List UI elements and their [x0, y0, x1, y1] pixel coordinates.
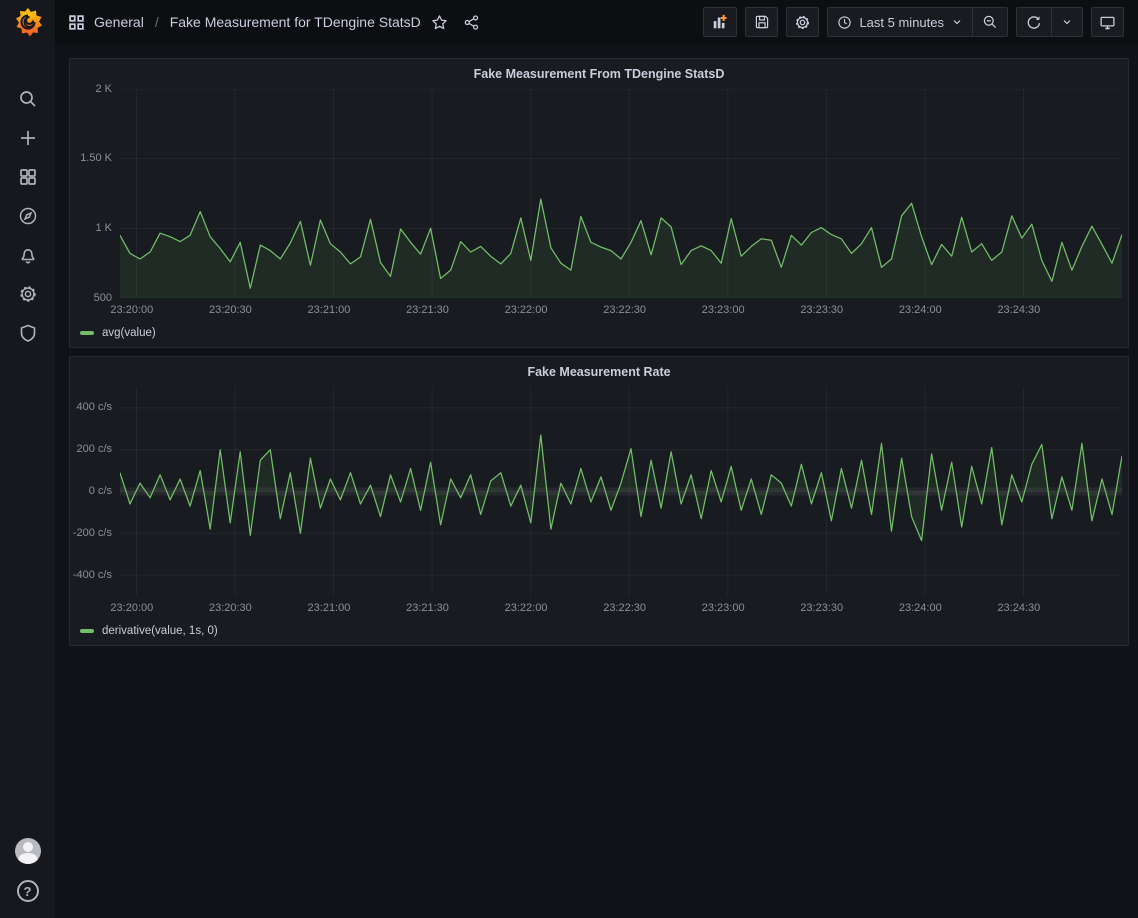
star-dashboard-button[interactable] [427, 9, 453, 35]
x-axis-tick-label: 23:21:30 [406, 602, 449, 614]
refresh-group [1016, 7, 1083, 37]
y-axis-tick-label: 500 [70, 292, 112, 304]
sidebar-item-search[interactable] [8, 88, 48, 110]
x-axis-tick-label: 23:21:00 [308, 304, 351, 316]
y-axis-tick-label: -400 c/s [70, 569, 112, 581]
monitor-icon [1099, 14, 1116, 31]
x-axis-tick-label: 23:24:30 [997, 304, 1040, 316]
x-axis-tick-label: 23:24:30 [997, 602, 1040, 614]
y-axis-tick-label: -200 c/s [70, 527, 112, 539]
legend-item[interactable]: avg(value) [70, 321, 1128, 345]
dashboard-grid-icon[interactable] [68, 14, 85, 31]
panel-header[interactable]: Fake Measurement Rate [70, 357, 1128, 387]
panel-fake-measurement-rate: Fake Measurement Rate 400 c/s 200 c/s 0 c/… [69, 356, 1129, 646]
breadcrumb-title[interactable]: Fake Measurement for TDengine StatsD [170, 14, 421, 30]
legend-series-label: derivative(value, 1s, 0) [102, 625, 218, 637]
x-axis-tick-label: 23:22:30 [603, 304, 646, 316]
x-axis-tick-label: 23:21:30 [406, 304, 449, 316]
sidebar-item-configuration[interactable] [8, 283, 48, 305]
x-axis-tick-label: 23:21:00 [308, 602, 351, 614]
chevron-down-icon [1061, 16, 1073, 28]
x-axis-tick-label: 23:23:30 [800, 304, 843, 316]
star-icon [431, 14, 448, 31]
x-axis-tick-label: 23:20:00 [110, 304, 153, 316]
add-panel-button[interactable] [703, 7, 737, 37]
y-axis-tick-label: 400 c/s [70, 401, 112, 413]
panel-fake-measurement: Fake Measurement From TDengine StatsD 2 … [69, 58, 1129, 348]
sidebar-menu [8, 88, 48, 344]
sidebar-item-explore[interactable] [8, 205, 48, 227]
x-axis-tick-label: 23:24:00 [899, 602, 942, 614]
sidebar: ? [0, 0, 55, 918]
breadcrumb: General / Fake Measurement for TDengine … [68, 14, 421, 31]
dashboard-settings-button[interactable] [786, 7, 819, 37]
x-axis-tick-label: 23:23:30 [800, 602, 843, 614]
breadcrumb-section[interactable]: General [94, 14, 144, 30]
save-dashboard-button[interactable] [745, 7, 778, 37]
explore-compass-icon [18, 206, 38, 226]
y-axis-tick-label: 1 K [70, 222, 112, 234]
panel-title: Fake Measurement From TDengine StatsD [474, 67, 725, 81]
y-axis-tick-label: 0 c/s [70, 485, 112, 497]
dashboard-content: Fake Measurement From TDengine StatsD 2 … [55, 44, 1138, 918]
time-picker-group: Last 5 minutes [827, 7, 1008, 37]
refresh-icon [1026, 14, 1042, 30]
grafana-flame-icon [13, 7, 43, 37]
grafana-logo[interactable] [0, 0, 55, 44]
sidebar-item-create[interactable] [8, 127, 48, 149]
panel-title: Fake Measurement Rate [527, 365, 670, 379]
legend-item[interactable]: derivative(value, 1s, 0) [70, 619, 1128, 643]
panel-header[interactable]: Fake Measurement From TDengine StatsD [70, 59, 1128, 89]
refresh-dashboard-button[interactable] [1017, 8, 1051, 36]
alerting-bell-icon [18, 245, 38, 265]
y-axis-tick-label: 1.50 K [70, 152, 112, 164]
sidebar-item-server-admin[interactable] [8, 322, 48, 344]
clock-icon [837, 15, 852, 30]
timeseries-chart[interactable]: 2 K1.50 K1 K50023:20:0023:20:3023:21:002… [70, 89, 1128, 321]
y-axis-tick-label: 2 K [70, 83, 112, 95]
settings-gear-icon [794, 14, 811, 31]
breadcrumb-separator: / [153, 14, 161, 30]
legend-series-swatch [80, 331, 94, 335]
refresh-interval-dropdown[interactable] [1051, 8, 1082, 36]
y-axis-tick-label: 200 c/s [70, 443, 112, 455]
sidebar-item-dashboards[interactable] [8, 166, 48, 188]
chart-canvas[interactable] [120, 89, 1122, 298]
user-avatar[interactable] [15, 838, 41, 864]
x-axis-tick-label: 23:22:00 [505, 304, 548, 316]
topbar: General / Fake Measurement for TDengine … [55, 0, 1138, 44]
x-axis-tick-label: 23:24:00 [899, 304, 942, 316]
help-icon[interactable]: ? [17, 880, 39, 902]
chevron-down-icon [951, 16, 963, 28]
x-axis-tick-label: 23:23:00 [702, 304, 745, 316]
time-range-label: Last 5 minutes [859, 15, 944, 30]
x-axis-tick-label: 23:23:00 [702, 602, 745, 614]
add-panel-icon [711, 13, 729, 31]
x-axis-tick-label: 23:22:30 [603, 602, 646, 614]
x-axis-tick-label: 23:20:30 [209, 602, 252, 614]
toolbar: Last 5 minutes [703, 7, 1124, 37]
share-icon [463, 14, 480, 31]
time-range-picker[interactable]: Last 5 minutes [828, 8, 972, 36]
x-axis-tick-label: 23:22:00 [505, 602, 548, 614]
search-icon [18, 89, 38, 109]
zoom-out-time-button[interactable] [972, 8, 1007, 36]
create-plus-icon [18, 128, 38, 148]
share-dashboard-button[interactable] [459, 9, 485, 35]
zoom-out-icon [982, 14, 998, 30]
x-axis-tick-label: 23:20:00 [110, 602, 153, 614]
x-axis-tick-label: 23:20:30 [209, 304, 252, 316]
sidebar-item-alerting[interactable] [8, 244, 48, 266]
dashboards-icon [18, 167, 38, 187]
configuration-gear-icon [18, 284, 38, 304]
chart-canvas[interactable] [120, 387, 1122, 596]
legend-series-label: avg(value) [102, 327, 156, 339]
legend-series-swatch [80, 629, 94, 633]
save-icon [754, 14, 770, 30]
sidebar-bottom: ? [15, 838, 41, 902]
cycle-view-mode-button[interactable] [1091, 7, 1124, 37]
server-admin-shield-icon [18, 323, 38, 343]
timeseries-chart[interactable]: 400 c/s 200 c/s 0 c/s -200 c/s -400 c/s 23:20… [70, 387, 1128, 619]
